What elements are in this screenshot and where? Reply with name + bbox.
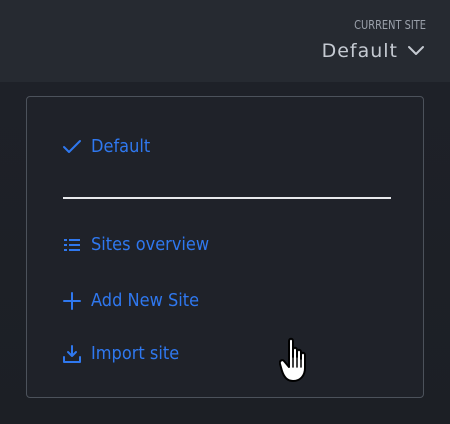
site-option-label: Default bbox=[91, 136, 151, 157]
current-site-value-row[interactable]: Default bbox=[246, 36, 426, 66]
site-selector-screen: CURRENT SITE Default Default Sites overv… bbox=[0, 0, 450, 424]
import-icon bbox=[61, 343, 83, 365]
plus-icon bbox=[61, 290, 83, 312]
current-site-caption: CURRENT SITE bbox=[354, 18, 426, 32]
site-option-default[interactable]: Default bbox=[61, 135, 157, 159]
add-new-site-link[interactable]: Add New Site bbox=[61, 289, 211, 313]
current-site-value: Default bbox=[321, 40, 398, 62]
sites-overview-link[interactable]: Sites overview bbox=[61, 233, 222, 257]
list-icon bbox=[61, 234, 83, 256]
add-new-site-label: Add New Site bbox=[91, 290, 200, 311]
import-site-label: Import site bbox=[91, 343, 180, 364]
menu-divider bbox=[63, 197, 391, 199]
site-dropdown-menu: Default Sites overview Add New Site Impo… bbox=[26, 96, 424, 398]
sites-overview-label: Sites overview bbox=[91, 234, 210, 255]
import-site-link[interactable]: Import site bbox=[61, 342, 189, 366]
chevron-down-icon[interactable] bbox=[406, 41, 426, 61]
check-icon bbox=[61, 136, 83, 158]
current-site-switcher[interactable]: CURRENT SITE Default bbox=[246, 16, 426, 74]
